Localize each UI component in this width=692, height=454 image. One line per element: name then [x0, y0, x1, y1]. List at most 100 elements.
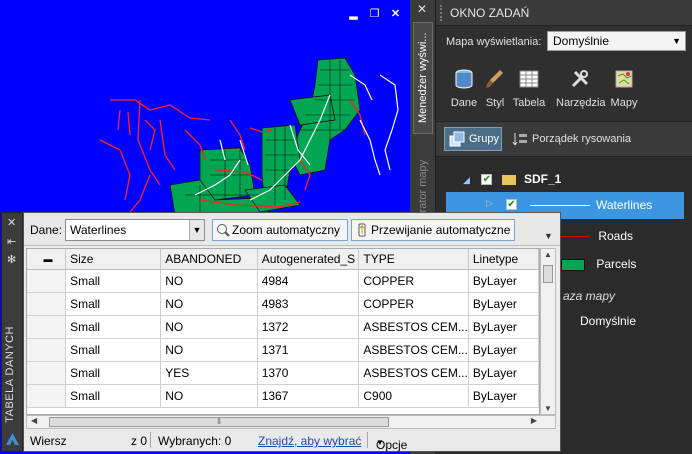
- zoom-auto-button[interactable]: Zoom automatyczny: [212, 219, 348, 241]
- data-source-select[interactable]: Waterlines ▼: [65, 219, 205, 241]
- cell-size[interactable]: Small: [65, 269, 162, 293]
- cell-type[interactable]: ASBESTOS CEM...: [358, 315, 469, 339]
- cell-size[interactable]: Small: [65, 361, 162, 385]
- expand-arrow-icon[interactable]: ▷: [486, 198, 493, 209]
- cell-linetype[interactable]: ByLayer: [468, 384, 539, 408]
- cell-type[interactable]: COPPER: [358, 269, 469, 293]
- close-table-icon[interactable]: ✕: [7, 216, 16, 229]
- table-tool-button[interactable]: Tabela: [511, 68, 547, 112]
- column-header-size[interactable]: Size: [65, 249, 162, 270]
- style-tool-label: Styl: [485, 97, 505, 109]
- map-base-label: aza mapy: [563, 289, 616, 303]
- cell-size[interactable]: Small: [65, 384, 162, 408]
- row-header[interactable]: [27, 292, 67, 316]
- restore-icon[interactable]: ❐: [369, 9, 380, 20]
- close-pane-icon[interactable]: ✕: [417, 2, 427, 16]
- scroll-right-icon[interactable]: ▶: [531, 416, 537, 425]
- scroll-up-icon[interactable]: ▲: [544, 250, 552, 259]
- cell-abandoned[interactable]: YES: [160, 361, 258, 385]
- cell-linetype[interactable]: ByLayer: [468, 292, 539, 316]
- group-checkbox[interactable]: ✔: [481, 174, 493, 186]
- cell-type[interactable]: C900: [358, 384, 469, 408]
- data-grid-table: ▬ Size ABANDONED Autogenerated_S TYPE Li…: [27, 249, 539, 408]
- cell-autogenerated[interactable]: 1367: [257, 384, 360, 408]
- drag-grip-icon[interactable]: [440, 5, 444, 21]
- pan-icon: [358, 223, 366, 237]
- table-row[interactable]: Small YES 1370 ASBESTOS CEM... ByLayer: [27, 361, 539, 385]
- cell-abandoned[interactable]: NO: [160, 292, 258, 316]
- cell-linetype[interactable]: ByLayer: [468, 269, 539, 293]
- cell-autogenerated[interactable]: 1372: [257, 315, 360, 339]
- maps-tool-button[interactable]: Mapy: [606, 68, 642, 112]
- data-source-value: Waterlines: [70, 223, 127, 237]
- cell-type[interactable]: ASBESTOS CEM...: [358, 338, 469, 362]
- tree-group-sdf1[interactable]: ◢ ✔ SDF_1: [463, 172, 561, 186]
- data-grid[interactable]: ▬ Size ABANDONED Autogenerated_S TYPE Li…: [26, 248, 540, 415]
- horizontal-scrollbar[interactable]: ◀ ⦀ ▶: [26, 415, 556, 429]
- cell-autogenerated[interactable]: 4983: [257, 292, 360, 316]
- cell-abandoned[interactable]: NO: [160, 315, 258, 339]
- column-header-type[interactable]: TYPE: [358, 249, 469, 270]
- tools-tool-button[interactable]: Narzędzia: [556, 68, 606, 112]
- data-table-panel: Dane: Waterlines ▼ Zoom automatyczny Prz…: [23, 212, 561, 452]
- scroll-down-icon[interactable]: ▼: [544, 404, 552, 413]
- cell-size[interactable]: Small: [65, 315, 162, 339]
- collapse-arrow-icon[interactable]: ◢: [463, 175, 470, 185]
- close-icon[interactable]: ✕: [390, 9, 401, 20]
- pan-auto-button[interactable]: Przewijanie automatyczne: [351, 219, 515, 241]
- column-header-abandoned[interactable]: ABANDONED: [160, 249, 258, 270]
- column-header-linetype[interactable]: Linetype: [468, 249, 539, 270]
- horizontal-scroll-thumb[interactable]: ⦀: [49, 417, 389, 427]
- vertical-scrollbar[interactable]: ▲ ▼: [540, 248, 556, 415]
- cell-linetype[interactable]: ByLayer: [468, 361, 539, 385]
- table-row[interactable]: Small NO 1367 C900 ByLayer: [27, 384, 539, 408]
- row-header[interactable]: [27, 361, 67, 385]
- status-divider: [150, 432, 151, 448]
- cell-autogenerated[interactable]: 4984: [257, 269, 360, 293]
- cell-linetype[interactable]: ByLayer: [468, 315, 539, 339]
- map-icon: [615, 70, 633, 88]
- cell-abandoned[interactable]: NO: [160, 384, 258, 408]
- settings-icon[interactable]: ✻: [7, 253, 16, 266]
- display-map-select[interactable]: Domyślnie ▼: [547, 31, 686, 51]
- row-header[interactable]: [27, 384, 67, 408]
- table-header-row: ▬ Size ABANDONED Autogenerated_S TYPE Li…: [27, 249, 539, 270]
- cell-abandoned[interactable]: NO: [160, 269, 258, 293]
- tree-map-default[interactable]: Domyślnie: [580, 314, 636, 328]
- cell-autogenerated[interactable]: 1370: [257, 361, 360, 385]
- selected-count: Wybranych: 0: [158, 434, 232, 448]
- cell-size[interactable]: Small: [65, 338, 162, 362]
- cell-abandoned[interactable]: NO: [160, 338, 258, 362]
- table-row[interactable]: Small NO 4983 COPPER ByLayer: [27, 292, 539, 316]
- find-to-select-link[interactable]: Znajdź, aby wybrać: [258, 434, 361, 448]
- style-tool-button[interactable]: Styl: [477, 68, 513, 112]
- scroll-left-icon[interactable]: ◀: [31, 416, 37, 425]
- cell-type[interactable]: ASBESTOS CEM...: [358, 361, 469, 385]
- minimize-icon[interactable]: ▂: [348, 9, 359, 20]
- row-header[interactable]: [27, 269, 67, 293]
- autohide-icon[interactable]: ⇤: [7, 235, 16, 248]
- tree-layer-roads[interactable]: Roads: [561, 229, 633, 243]
- cell-autogenerated[interactable]: 1371: [257, 338, 360, 362]
- cell-type[interactable]: COPPER: [358, 292, 469, 316]
- groups-button[interactable]: Grupy: [444, 127, 502, 151]
- draw-order-button[interactable]: Porządek rysowania: [512, 129, 631, 149]
- row-header[interactable]: [27, 338, 67, 362]
- table-row[interactable]: Small NO 1372 ASBESTOS CEM... ByLayer: [27, 315, 539, 339]
- row-header[interactable]: [27, 315, 67, 339]
- column-header-autogenerated[interactable]: Autogenerated_S: [257, 249, 360, 270]
- cell-size[interactable]: Small: [65, 292, 162, 316]
- layer-checkbox-waterlines[interactable]: ✔: [506, 199, 517, 210]
- row-header-corner[interactable]: ▬: [27, 249, 67, 270]
- table-row[interactable]: Small NO 1371 ASBESTOS CEM... ByLayer: [27, 338, 539, 362]
- layer-name-waterlines: Waterlines: [596, 198, 653, 212]
- cell-linetype[interactable]: ByLayer: [468, 338, 539, 362]
- tab-display-manager[interactable]: Menedżer wyświ...: [413, 22, 433, 134]
- parcel-swatch-icon: [561, 258, 585, 271]
- table-tool-label: Tabela: [512, 97, 546, 109]
- tree-layer-parcels[interactable]: Parcels: [561, 257, 636, 271]
- data-source-label: Dane:: [30, 223, 63, 237]
- vertical-scroll-thumb[interactable]: [543, 265, 553, 283]
- table-row[interactable]: Small NO 4984 COPPER ByLayer: [27, 269, 539, 293]
- toolbar-overflow-icon[interactable]: ▼: [544, 231, 553, 241]
